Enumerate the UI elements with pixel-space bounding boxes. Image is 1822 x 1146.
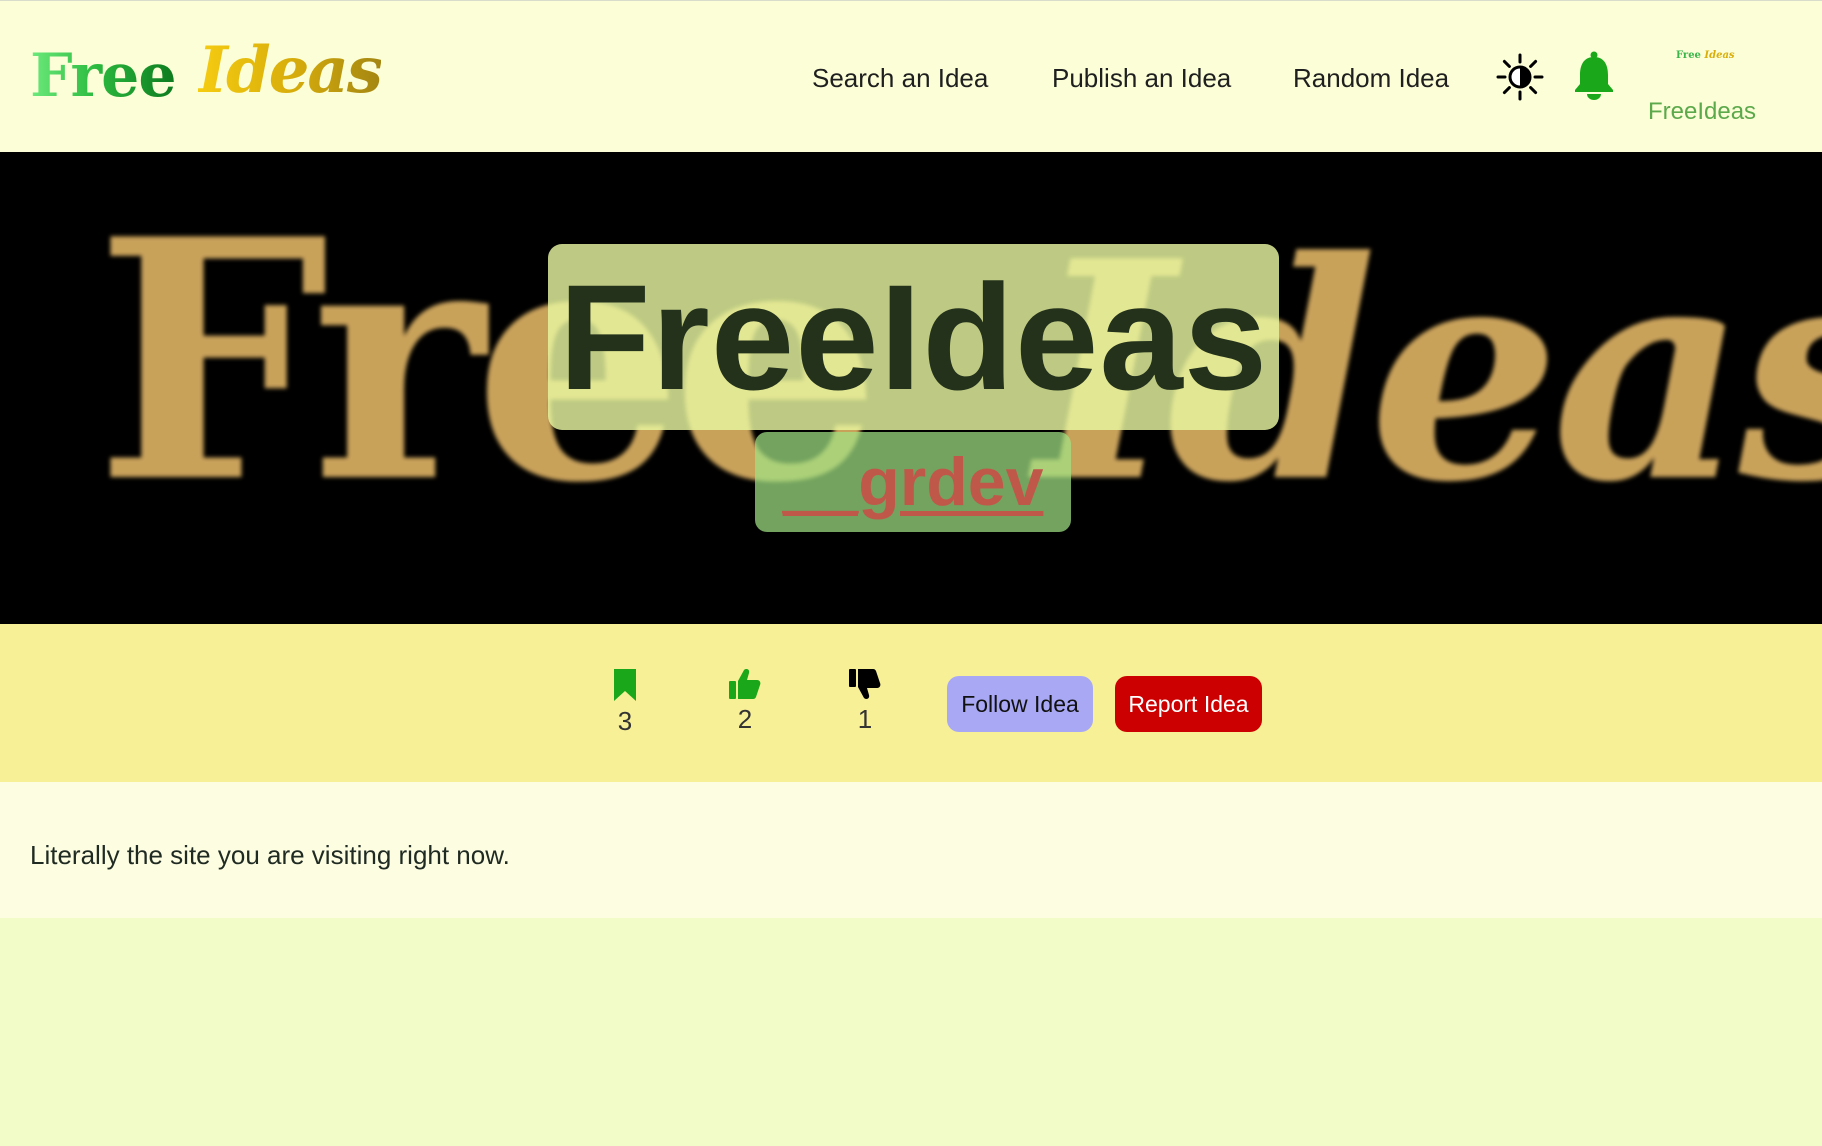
nav-search-idea[interactable]: Search an Idea	[812, 63, 988, 94]
thumbs-up-icon	[729, 669, 761, 699]
nav-publish-idea[interactable]: Publish an Idea	[1052, 63, 1231, 94]
idea-description-section: Literally the site you are visiting righ…	[0, 782, 1822, 918]
logo-free-text: Free	[30, 41, 177, 111]
dislike-action[interactable]: 1	[835, 668, 895, 735]
dislike-count: 1	[857, 704, 873, 734]
site-logo[interactable]: Free Ideas	[30, 31, 383, 121]
site-header: Free Ideas Search an Idea Publish an Ide…	[0, 0, 1822, 152]
like-action[interactable]: 2	[715, 668, 775, 735]
idea-actions-bar: 3 2 1 Follow Idea Report Idea	[0, 624, 1822, 782]
idea-title-container: FreeIdeas	[548, 244, 1279, 430]
user-profile[interactable]: Free Ideas FreeIdeas	[1640, 45, 1760, 131]
nav-random-idea[interactable]: Random Idea	[1293, 63, 1449, 94]
follow-idea-button[interactable]: Follow Idea	[947, 676, 1093, 732]
avatar-free-text: Free	[1676, 50, 1701, 61]
logo-ideas-text: Ideas	[198, 33, 383, 108]
thumbs-down-icon	[849, 669, 881, 699]
bookmark-icon	[614, 669, 636, 701]
idea-title: FreeIdeas	[558, 253, 1269, 421]
bookmark-action[interactable]: 3	[595, 668, 655, 737]
idea-description: Literally the site you are visiting righ…	[30, 840, 510, 870]
avatar: Free Ideas	[1676, 50, 1735, 64]
profile-name[interactable]: FreeIdeas	[1648, 98, 1756, 126]
like-count: 2	[737, 704, 753, 734]
idea-banner: Free Ideas FreeIdeas __grdev	[0, 152, 1822, 624]
report-idea-button[interactable]: Report Idea	[1115, 676, 1262, 732]
bell-icon[interactable]	[1572, 51, 1616, 101]
idea-author-container[interactable]: __grdev	[755, 432, 1071, 532]
avatar-ideas-text: Ideas	[1704, 50, 1735, 61]
idea-author-link[interactable]: __grdev	[783, 443, 1044, 521]
sun-icon[interactable]	[1496, 53, 1544, 101]
bookmark-count: 3	[617, 706, 633, 736]
